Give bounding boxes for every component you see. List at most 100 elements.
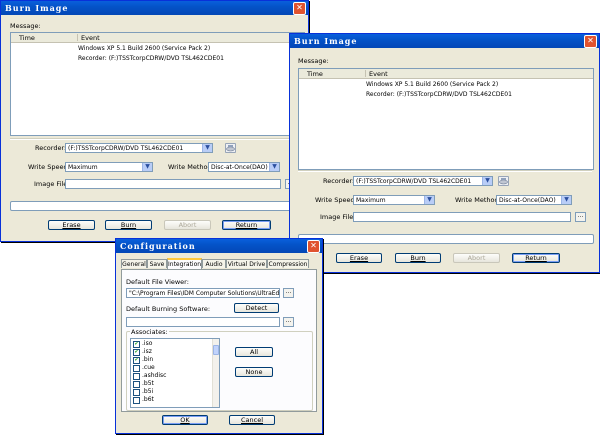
list-header: Time Event [11,33,304,43]
ext-label: .iso [142,340,153,347]
image-file-input[interactable] [65,179,281,189]
progress-bar [10,201,305,211]
list-item[interactable]: ✔ .iso [133,340,153,348]
default-burning-input[interactable] [126,317,280,327]
none-button[interactable]: None [235,367,273,377]
ok-label: OK [180,416,190,424]
write-method-combo[interactable]: Disc-at-Once(DAO) ▼ [496,195,572,205]
cd-burner-icon[interactable] [225,143,236,153]
checkbox[interactable] [133,373,140,380]
window-title: Burn Image [294,36,358,46]
browse-button[interactable]: ... [575,212,586,222]
list-item[interactable]: .ashdisc [133,372,167,380]
checkbox[interactable] [133,389,140,396]
tab-save[interactable]: Save [147,259,167,268]
ok-button[interactable]: OK [162,415,208,425]
write-speed-label: Write Speed: [28,163,70,171]
tab-strip: General Save Integration Audio Virtual D… [121,258,317,269]
title-bar[interactable]: Configuration ✕ [116,239,322,253]
return-button[interactable]: Return [222,220,271,230]
write-method-combo[interactable]: Disc-at-Once(DAO) ▼ [208,162,280,172]
detect-button[interactable]: Detect [234,303,279,313]
return-button[interactable]: Return [512,253,560,263]
return-label: Return [235,221,258,229]
image-file-label: Image File: [320,213,356,221]
default-burning-label: Default Burning Software: [126,305,211,313]
write-method-value: Disc-at-Once(DAO) [211,164,268,171]
write-method-label: Write Method: [455,196,501,204]
checkmark-icon[interactable]: ✔ [133,349,140,356]
window-title: Burn Image [5,3,69,13]
write-speed-combo[interactable]: Maximum ▼ [65,162,153,172]
checkbox[interactable] [133,365,140,372]
scrollbar-thumb[interactable] [213,345,219,355]
ext-label: .b5t [142,380,154,387]
chevron-down-icon[interactable]: ▼ [142,163,152,171]
recorder-combo[interactable]: (F:)TSSTcorpCDRW/DVD TSL462CDE01 ▼ [65,143,213,153]
title-bar[interactable]: Burn Image ✕ [290,34,599,48]
browse-button[interactable]: ... [283,288,294,298]
burn-label: Burn [410,254,426,262]
erase-button[interactable]: Erase [48,220,95,230]
burn-image-window-front: Burn Image ✕ Message: Time Event Windows… [289,33,600,273]
write-speed-combo[interactable]: Maximum ▼ [353,195,435,205]
tab-general[interactable]: General [121,259,147,268]
list-item[interactable]: .cue [133,364,155,372]
associates-list[interactable]: ✔ .iso ✔ .isz ✔ .bin .cue .ashdisc .b5t .b5… [130,338,220,408]
checkbox[interactable] [133,397,140,404]
burn-button[interactable]: Burn [105,220,152,230]
recorder-label: Recorder: [323,177,355,185]
recorder-combo[interactable]: (F:)TSSTcorpCDRW/DVD TSL462CDE01 ▼ [353,176,493,186]
default-viewer-label: Default File Viewer: [126,278,189,286]
abort-button[interactable]: Abort [453,253,500,263]
close-icon[interactable]: ✕ [584,35,597,48]
checkmark-icon[interactable]: ✔ [133,341,140,348]
list-item[interactable]: .b6t [133,397,154,404]
chevron-down-icon[interactable]: ▼ [424,196,434,204]
cancel-label: Cancel [240,416,264,424]
burn-button[interactable]: Burn [395,253,441,263]
cancel-button[interactable]: Cancel [229,415,275,425]
ext-label: .cue [142,364,155,371]
list-item: Recorder: (F:)TSSTcorpCDRW/DVD TSL462CDE… [78,55,224,62]
ext-label: .b5i [142,388,154,395]
cd-burner-icon[interactable] [498,176,509,186]
default-viewer-input[interactable]: "C:\Program Files\IDM Computer Solutions… [126,288,280,298]
col-event[interactable]: Event [81,34,100,42]
col-event[interactable]: Event [369,70,388,78]
image-file-input[interactable] [353,212,571,222]
list-item[interactable]: .b5t [133,380,154,388]
ext-label: .ashdisc [142,372,167,379]
message-list[interactable]: Time Event Windows XP 5.1 Build 2600 (Se… [10,32,305,136]
recorder-label: Recorder: [35,144,67,152]
scrollbar[interactable] [212,339,219,407]
close-icon[interactable]: ✕ [307,240,320,253]
tab-integration[interactable]: Integration [167,258,202,269]
list-item[interactable]: .b5i [133,388,154,396]
list-item: Windows XP 5.1 Build 2600 (Service Pack … [366,81,499,88]
erase-button[interactable]: Erase [336,253,382,263]
abort-button[interactable]: Abort [164,220,211,230]
checkbox[interactable] [133,381,140,388]
configuration-dialog: Configuration ✕ General Save Integration… [115,238,323,434]
chevron-down-icon[interactable]: ▼ [482,177,492,185]
close-icon[interactable]: ✕ [293,2,306,15]
chevron-down-icon[interactable]: ▼ [202,144,212,152]
message-list[interactable]: Time Event Windows XP 5.1 Build 2600 (Se… [298,68,594,170]
tab-virtual-drive[interactable]: Virtual Drive [226,259,267,268]
ext-label: .bin [142,356,154,363]
list-item[interactable]: ✔ .bin [133,356,154,364]
col-time[interactable]: Time [307,70,323,78]
ext-label: .isz [142,348,152,355]
list-item[interactable]: ✔ .isz [133,348,152,356]
chevron-down-icon[interactable]: ▼ [269,163,279,171]
tab-compression[interactable]: Compression [267,259,309,268]
all-button[interactable]: All [235,347,273,357]
checkmark-icon[interactable]: ✔ [133,357,140,364]
chevron-down-icon[interactable]: ▼ [561,196,571,204]
title-bar[interactable]: Burn Image ✕ [1,1,308,15]
browse-button[interactable]: ... [283,317,294,327]
col-time[interactable]: Time [19,34,35,42]
recorder-value: (F:)TSSTcorpCDRW/DVD TSL462CDE01 [68,145,184,152]
tab-audio[interactable]: Audio [202,259,226,268]
